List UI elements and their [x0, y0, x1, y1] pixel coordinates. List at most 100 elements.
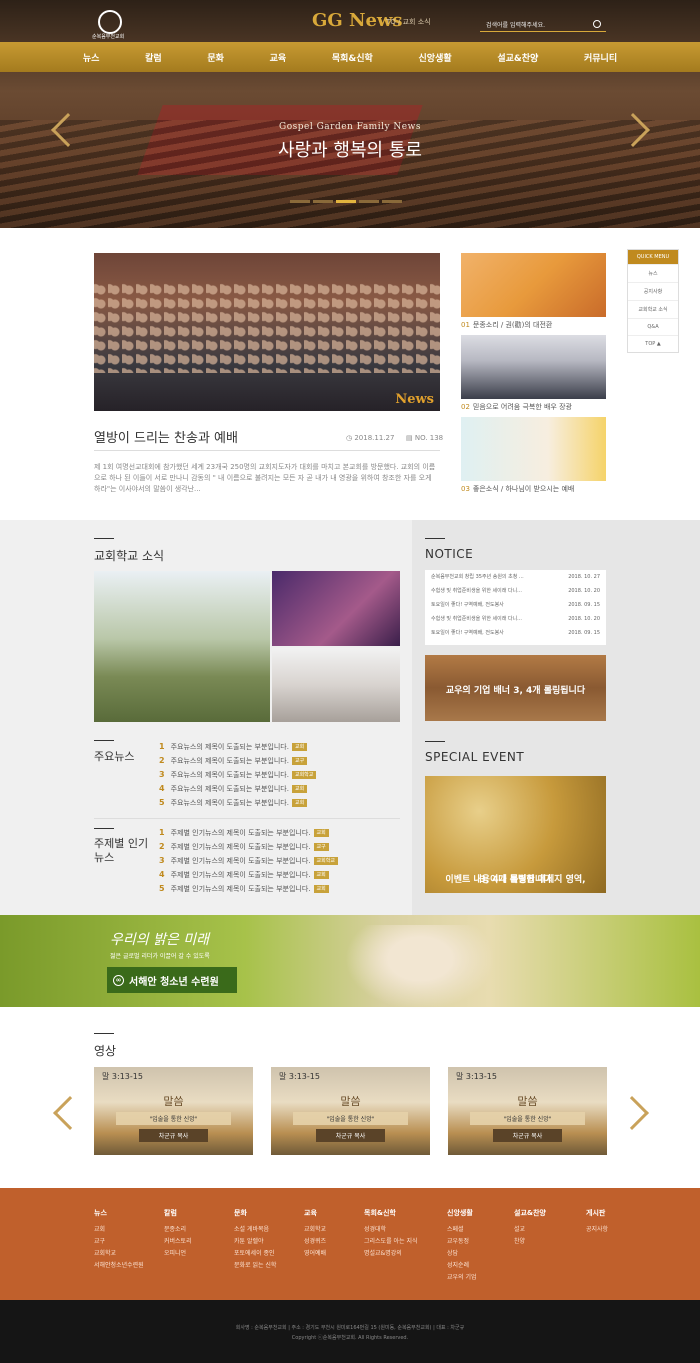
notice-row[interactable]: 토요일이 좋다! 구역예배, 전도봉사 2018. 09. 15 [425, 627, 606, 640]
video-prev-arrow-icon[interactable] [53, 1096, 87, 1130]
link-icon: ∞ [113, 974, 124, 986]
video-title: 영상 [94, 1044, 117, 1058]
special-title: SPECIAL EVENT [425, 750, 525, 764]
pagination-dot[interactable] [290, 200, 310, 203]
school-photo-class[interactable] [272, 648, 400, 722]
school-photo-main[interactable] [94, 571, 270, 722]
notice-row[interactable]: 순복음부천교회 창립 35주년 송원의 초청 ... 2018. 10. 27 [425, 571, 606, 584]
section-line [425, 538, 445, 539]
copyright: Copyright ⓒ순복음부천교회. All Rights Reserved. [291, 1335, 409, 1341]
nav-item-sermon[interactable]: 설교&찬양 [497, 51, 538, 64]
promo-photo [345, 925, 495, 1010]
quick-menu-item[interactable]: 교회학교 소식 [628, 300, 678, 318]
section-line [94, 740, 114, 741]
article-date: ◷ 2018.11.27 [346, 434, 395, 442]
footer-col: 교육 교회학교 성경퀴즈 영어예배 [304, 1209, 327, 1257]
divider [94, 450, 440, 451]
search-input[interactable]: 검색어를 입력해주세요. [480, 17, 606, 32]
video-card[interactable]: 말 3:13-15 말씀 "입술을 통한 신앙" 차군규 목사 [448, 1067, 607, 1155]
news-list-title: 주제별 인기뉴스 [94, 837, 149, 864]
thumb-caption: 01 문종소리 / 권(勸)의 대전환 [461, 321, 553, 329]
pagination-dot[interactable] [359, 200, 379, 203]
footer-col: 게시판 공지사항 [586, 1209, 609, 1233]
list-item[interactable]: 2 주요뉴스의 제목이 도출되는 부분입니다. 교구 [159, 754, 399, 768]
crowd-image [94, 283, 440, 373]
notice-list: 순복음부천교회 창립 35주년 송원의 초청 ... 2018. 10. 27 수… [425, 570, 606, 645]
special-event-banner[interactable]: 이벤트 내용이나 특별한 메세지 영역, 3, 4개 롤링됩니다 [425, 776, 606, 893]
quick-menu: QUICK MENU 뉴스 공지사항 교회학교 소식 Q&A TOP ▲ [627, 249, 679, 353]
list-item[interactable]: 3 주제별 인기뉴스의 제목이 도출되는 부분입니다. 교회학교 [159, 854, 399, 868]
video-card[interactable]: 말 3:13-15 말씀 "입술을 통한 신앙" 차군규 목사 [94, 1067, 253, 1155]
footer-col: 신앙생활 스페셜 교우동정 상담 성지순례 교우의 기업 [447, 1209, 477, 1281]
list-item[interactable]: 1 주요뉴스의 제목이 도출되는 부분입니다. 교회 [159, 740, 399, 754]
list-item[interactable]: 5 주제별 인기뉴스의 제목이 도출되는 부분입니다. 교회 [159, 882, 399, 896]
list-item[interactable]: 3 주요뉴스의 제목이 도출되는 부분입니다. 교회학교 [159, 768, 399, 782]
divider [94, 818, 400, 819]
main-nav: 뉴스 칼럼 문화 교육 목회&신학 신앙생활 설교&찬양 커뮤니티 [0, 42, 700, 72]
main-headline[interactable]: 열방이 드리는 찬송과 예배 [94, 427, 238, 446]
list-item[interactable]: 4 주요뉴스의 제목이 도출되는 부분입니다. 교회 [159, 782, 399, 796]
thumb-image [461, 253, 606, 317]
promo-subtitle: 젊은 글로벌 리더가 이끌어 갈 수 있도록 [110, 953, 210, 960]
video-next-arrow-icon[interactable] [615, 1096, 649, 1130]
search-placeholder: 검색어를 입력해주세요. [486, 22, 546, 29]
footer-bottom: 회사명 : 순복음부천교회 | 주소 : 경기도 부천시 원미로164번길 15… [0, 1300, 700, 1363]
thumb-caption: 02 믿음으로 어려움 극복한 배우 장광 [461, 403, 572, 411]
section-line [94, 538, 114, 539]
thumb-item[interactable]: 03 좋은소식 / 하나님이 받으시는 예배 [461, 417, 606, 494]
thumb-image [461, 417, 606, 481]
thumb-caption: 03 좋은소식 / 하나님이 받으시는 예배 [461, 485, 575, 493]
school-title: 교회학교 소식 [94, 549, 165, 563]
notice-row[interactable]: 수험생 및 취업준비생을 위한 세이래 다니... 2018. 10. 20 [425, 585, 606, 598]
quick-menu-title: QUICK MENU [628, 250, 678, 264]
quick-menu-item[interactable]: 공지사항 [628, 282, 678, 300]
list-item[interactable]: 4 주제별 인기뉴스의 제목이 도출되는 부분입니다. 교회 [159, 868, 399, 882]
company-info: 회사명 : 순복음부천교회 | 주소 : 경기도 부천시 원미로164번길 15… [235, 1325, 465, 1331]
nav-item-column[interactable]: 칼럼 [145, 51, 162, 64]
nav-item-community[interactable]: 커뮤니티 [584, 51, 617, 64]
quick-menu-item[interactable]: Q&A [628, 318, 678, 335]
article-number: ▤ NO. 138 [406, 434, 444, 442]
church-logo-icon[interactable] [98, 10, 122, 34]
section-line [94, 1033, 114, 1034]
video-card[interactable]: 말 3:13-15 말씀 "입술을 통한 신앙" 차군규 목사 [271, 1067, 430, 1155]
logo-text[interactable]: 순복음부천교회 [92, 33, 124, 40]
section-line [425, 741, 445, 742]
nav-item-education[interactable]: 교육 [270, 51, 287, 64]
nav-item-ministry[interactable]: 목회&신학 [332, 51, 373, 64]
news-list-title: 주요뉴스 [94, 750, 135, 763]
pagination-dot[interactable] [313, 200, 333, 203]
footer-col: 뉴스 교회 교구 교회학교 서해안청소년수련원 [94, 1209, 144, 1269]
brand-subtitle: TO / 교회 소식 [386, 18, 431, 26]
nav-item-news[interactable]: 뉴스 [83, 51, 100, 64]
camp-button[interactable]: ∞ 서해안 청소년 수련원 [107, 967, 237, 993]
section-line [94, 828, 114, 829]
quick-menu-item[interactable]: 뉴스 [628, 264, 678, 282]
article-summary[interactable]: 제 1회 여명선교대회에 참가했던 세계 23개국 250명의 교회지도자가 대… [94, 462, 440, 495]
list-item[interactable]: 1 주제별 인기뉴스의 제목이 도출되는 부분입니다. 교회 [159, 826, 399, 840]
footer-sitemap: 뉴스 교회 교구 교회학교 서해안청소년수련원 칼럼 문종소리 커버스토리 오피니언 문화 소설… [0, 1188, 700, 1300]
topic-news-list: 1 주제별 인기뉴스의 제목이 도출되는 부분입니다. 교회 2 주제별 인기뉴스의 … [159, 826, 399, 896]
search-icon[interactable] [593, 20, 601, 28]
notice-row[interactable]: 수험생 및 취업준비생을 위한 세이래 다니... 2018. 10. 20 [425, 613, 606, 626]
footer-col: 설교&찬양 설교 찬양 [514, 1209, 546, 1245]
list-item[interactable]: 5 주요뉴스의 제목이 도출되는 부분입니다. 교회 [159, 796, 399, 810]
nav-item-culture[interactable]: 문화 [207, 51, 224, 64]
main-news-list: 1 주요뉴스의 제목이 도출되는 부분입니다. 교회 2 주요뉴스의 제목이 도출되는… [159, 740, 399, 810]
main-article-photo[interactable]: News [94, 253, 440, 411]
notice-row[interactable]: 토요일이 좋다! 구역예배, 전도봉사 2018. 09. 15 [425, 599, 606, 612]
thumb-image [461, 335, 606, 399]
school-photo-worship[interactable] [272, 571, 400, 646]
thumb-item[interactable]: 02 믿음으로 어려움 극복한 배우 장광 [461, 335, 606, 412]
pagination-dot[interactable] [382, 200, 402, 203]
thumb-item[interactable]: 01 문종소리 / 권(勸)의 대전환 [461, 253, 606, 330]
top-button[interactable]: TOP ▲ [628, 335, 678, 352]
photo-brand-mark: News [395, 392, 434, 407]
list-item[interactable]: 2 주제별 인기뉴스의 제목이 도출되는 부분입니다. 교구 [159, 840, 399, 854]
hero-title: 사랑과 행복의 통로 [278, 140, 422, 161]
hero-subtitle: Gospel Garden Family News [279, 122, 421, 132]
business-banner[interactable]: 교우의 기업 배너 3, 4개 롤링됩니다 [425, 655, 606, 721]
notice-title: NOTICE [425, 547, 474, 561]
pagination-dot-active[interactable] [336, 200, 356, 203]
nav-item-faith[interactable]: 신앙생활 [419, 51, 452, 64]
